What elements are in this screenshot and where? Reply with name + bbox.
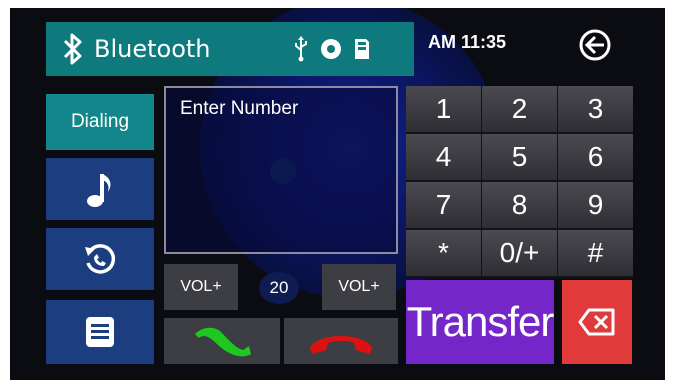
music-note-icon bbox=[87, 174, 111, 207]
key-0-plus[interactable]: 0/+ bbox=[482, 230, 557, 276]
back-arrow-icon[interactable] bbox=[578, 28, 612, 62]
key-7[interactable]: 7 bbox=[406, 182, 481, 228]
dial-keypad: 1 2 3 4 5 6 7 8 9 * 0/+ # bbox=[406, 86, 633, 278]
tab-menu[interactable] bbox=[46, 300, 154, 364]
transfer-button[interactable]: Transfer bbox=[406, 280, 554, 364]
call-hangup-button[interactable] bbox=[284, 318, 398, 364]
tab-dialing[interactable]: Dialing bbox=[46, 94, 154, 150]
clock: AM 11:35 bbox=[428, 32, 507, 52]
delete-button[interactable] bbox=[562, 280, 632, 364]
number-input-placeholder: Enter Number bbox=[180, 98, 299, 119]
tab-dialing-label: Dialing bbox=[70, 111, 130, 132]
key-4[interactable]: 4 bbox=[406, 134, 481, 180]
number-input[interactable]: Enter Number bbox=[164, 86, 398, 254]
key-3[interactable]: 3 bbox=[558, 86, 633, 132]
volume-up-label: VOL+ bbox=[338, 278, 380, 295]
volume-down-button[interactable]: VOL+ bbox=[164, 264, 238, 310]
volume-down-label: VOL+ bbox=[180, 278, 222, 295]
call-hangup-icon bbox=[310, 336, 372, 354]
key-9[interactable]: 9 bbox=[558, 182, 633, 228]
volume-up-button[interactable]: VOL+ bbox=[322, 264, 396, 310]
call-answer-icon bbox=[195, 327, 251, 357]
header-title: Bluetooth bbox=[94, 35, 211, 63]
volume-value: 20 bbox=[259, 272, 299, 304]
usb-icon bbox=[295, 36, 307, 62]
tab-recent-calls[interactable] bbox=[46, 228, 154, 290]
disc-icon bbox=[321, 39, 341, 59]
key-star[interactable]: * bbox=[406, 230, 481, 276]
recent-calls-icon bbox=[85, 244, 116, 274]
key-8[interactable]: 8 bbox=[482, 182, 557, 228]
key-1[interactable]: 1 bbox=[406, 86, 481, 132]
key-hash[interactable]: # bbox=[558, 230, 633, 276]
sd-card-icon bbox=[355, 39, 369, 59]
tab-music[interactable] bbox=[46, 158, 154, 220]
menu-list-icon bbox=[86, 317, 114, 347]
call-answer-button[interactable] bbox=[164, 318, 280, 364]
disc-center bbox=[270, 158, 296, 184]
key-2[interactable]: 2 bbox=[482, 86, 557, 132]
key-5[interactable]: 5 bbox=[482, 134, 557, 180]
backspace-icon bbox=[578, 308, 615, 336]
bluetooth-header: Bluetooth bbox=[46, 22, 414, 76]
bluetooth-icon bbox=[63, 33, 82, 65]
key-6[interactable]: 6 bbox=[558, 134, 633, 180]
